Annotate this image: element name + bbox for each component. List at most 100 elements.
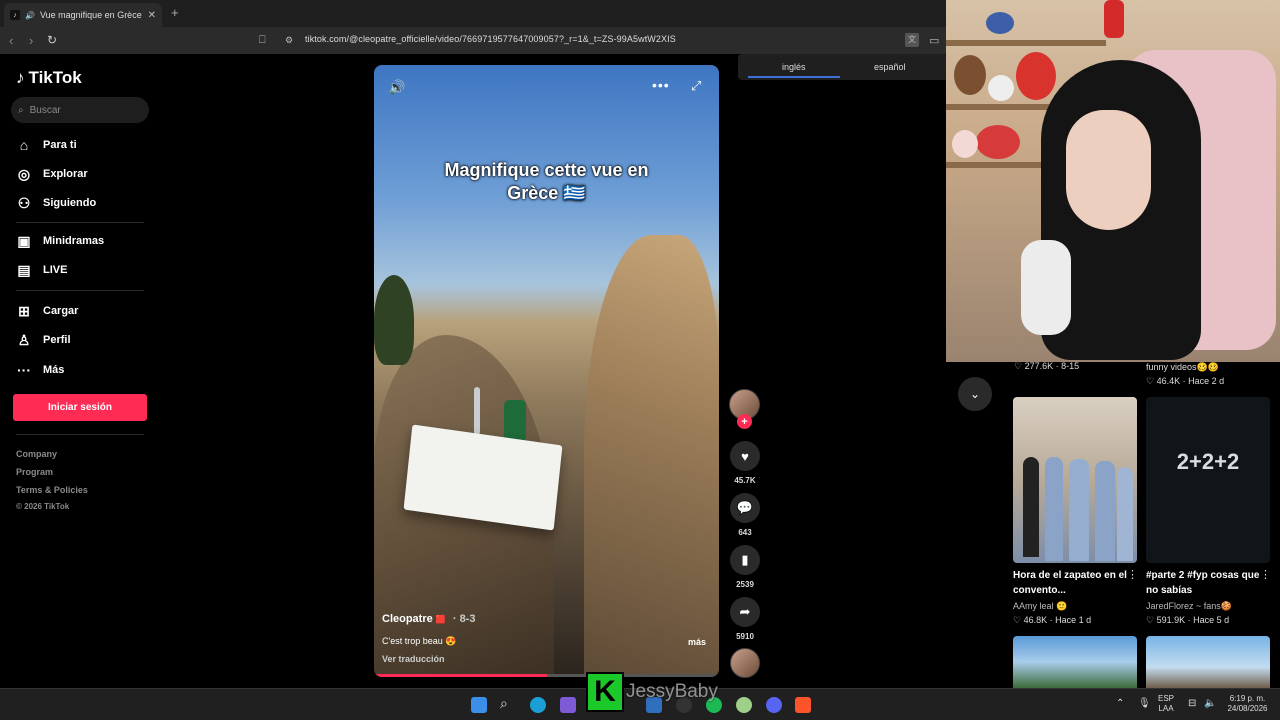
video-player[interactable]: Magnifique cette vue en Grèce 🇬🇷 🔊 ••• ⤢… bbox=[374, 65, 719, 677]
clock[interactable]: 6:19 p. m. 24/08/2026 bbox=[1225, 694, 1270, 714]
language-indicator[interactable]: ESP LAA bbox=[1158, 694, 1174, 714]
minidramas-icon: ▣ bbox=[17, 232, 31, 249]
kebab-menu-icon[interactable]: ⋮ bbox=[1260, 568, 1271, 581]
sidebar-item-label: Siguiendo bbox=[43, 197, 97, 209]
footer-link-program[interactable]: Program bbox=[16, 467, 53, 477]
new-tab-button[interactable]: + bbox=[171, 5, 179, 20]
volume-icon[interactable]: 🔈 bbox=[1204, 699, 1216, 709]
sidebar-item-para-ti[interactable]: ⌂ Para ti bbox=[16, 136, 77, 154]
network-icon[interactable]: ⊟ bbox=[1188, 699, 1196, 709]
edge-icon[interactable] bbox=[530, 697, 546, 713]
logo-text: TikTok bbox=[28, 68, 82, 87]
video-more-icon[interactable]: ••• bbox=[652, 77, 670, 93]
share-button[interactable]: ➦ bbox=[730, 597, 760, 627]
translate-icon[interactable]: 文 bbox=[905, 33, 919, 47]
search-icon[interactable]: ⌕ bbox=[500, 695, 516, 711]
back-icon[interactable]: ‹ bbox=[9, 33, 13, 48]
video-author[interactable]: Cleopatre 🟥 · 8-3 bbox=[382, 613, 475, 625]
related-top-right-title[interactable]: funny videos🥴🥴 bbox=[1146, 362, 1219, 373]
site-info-icon[interactable]: ⚙ bbox=[285, 35, 293, 46]
related-thumbnail-2[interactable]: 2+2+2 bbox=[1146, 397, 1270, 563]
tiktok-logo[interactable]: ♪ TikTok bbox=[16, 68, 82, 88]
related-stats-2: ♡ 591.9K · Hace 5 d bbox=[1146, 615, 1230, 625]
sidebar-item-mas[interactable]: ··· Más bbox=[16, 361, 64, 379]
sidebar-item-minidramas[interactable]: ▣ Minidramas bbox=[16, 232, 104, 250]
tray-chevron-up-icon[interactable]: ⌃ bbox=[1116, 699, 1124, 709]
app-icon[interactable] bbox=[560, 697, 576, 713]
fullscreen-icon[interactable]: ⤢ bbox=[691, 78, 701, 94]
profile-icon: ♙ bbox=[17, 331, 31, 348]
related-author-2[interactable]: JaredFlorez ~ fans🍪 bbox=[1146, 601, 1232, 612]
footer-link-company[interactable]: Company bbox=[16, 449, 57, 459]
footer-link-terms[interactable]: Terms & Policies bbox=[16, 485, 88, 495]
related-title-1[interactable]: Hora de el zapateo en el convento... bbox=[1013, 568, 1129, 598]
search-placeholder: Buscar bbox=[29, 104, 61, 116]
kick-badge: K bbox=[586, 672, 624, 712]
toy-elmo bbox=[1016, 52, 1056, 100]
forward-icon[interactable]: › bbox=[29, 33, 33, 48]
login-button[interactable]: Iniciar sesión bbox=[13, 394, 147, 421]
streamer-name-overlay: JessyBaby bbox=[626, 681, 718, 702]
related-author-1[interactable]: AAmy leal 🙂 bbox=[1013, 601, 1067, 612]
browser-tab[interactable]: ♪ 🔊 Vue magnifique en Grèce : Cl ✕ bbox=[4, 3, 162, 27]
video-scene-faucet bbox=[474, 387, 480, 435]
brave-icon[interactable] bbox=[795, 697, 811, 713]
tiktok-note-icon: ♪ bbox=[16, 68, 25, 87]
clock-date: 24/08/2026 bbox=[1227, 704, 1268, 713]
related-top-left-stats: ♡ 277.6K · 8-15 bbox=[1014, 361, 1080, 371]
save-button[interactable]: ▮ bbox=[730, 545, 760, 575]
like-button[interactable]: ♥ bbox=[730, 441, 760, 471]
follow-plus-button[interactable]: + bbox=[737, 414, 752, 429]
sidebar-item-cargar[interactable]: ⊞ Cargar bbox=[16, 302, 78, 320]
comment-count: 643 bbox=[738, 528, 752, 537]
toy-bear bbox=[954, 55, 986, 95]
related-stats-1: ♡ 46.8K · Hace 1 d bbox=[1013, 615, 1092, 625]
toy-figure bbox=[1104, 0, 1124, 38]
video-caption: C'est trop beau 😍 bbox=[382, 636, 457, 646]
lang-option-english[interactable]: inglés bbox=[782, 62, 806, 72]
screen: ♪ 🔊 Vue magnifique en Grèce : Cl ✕ + ‹ ›… bbox=[0, 0, 1280, 720]
sound-avatar[interactable] bbox=[730, 648, 760, 678]
chevron-down-icon: ⌄ bbox=[969, 387, 981, 401]
windows-start-icon[interactable] bbox=[471, 697, 487, 713]
compass-icon: ◎ bbox=[17, 165, 31, 182]
upload-icon: ⊞ bbox=[18, 302, 30, 319]
chevron-down-button[interactable]: ⌄ bbox=[958, 377, 992, 411]
sidebar-toggle-icon[interactable]: ▭ bbox=[929, 34, 939, 47]
reload-icon[interactable]: ↻ bbox=[47, 33, 57, 47]
sidebar-item-explorar[interactable]: ◎ Explorar bbox=[16, 165, 88, 183]
search-input[interactable]: ⌕ Buscar bbox=[11, 97, 149, 123]
tab-title: Vue magnifique en Grèce : Cl bbox=[39, 10, 143, 20]
sidebar-item-perfil[interactable]: ♙ Perfil bbox=[16, 331, 71, 349]
kebab-menu-icon[interactable]: ⋮ bbox=[1127, 568, 1138, 581]
related-thumbnail-3[interactable] bbox=[1013, 636, 1137, 688]
sidebar-item-live[interactable]: ▤ LIVE bbox=[16, 261, 67, 279]
toy-panda bbox=[988, 75, 1014, 101]
video-progress-bar[interactable] bbox=[374, 674, 719, 677]
sidebar-item-siguiendo[interactable]: ⚇ Siguiendo bbox=[16, 194, 96, 212]
microphone bbox=[1021, 240, 1071, 335]
comment-button[interactable]: 💬 bbox=[730, 493, 760, 523]
tab-close-button[interactable]: ✕ bbox=[148, 10, 156, 21]
bookmark-icon: ▮ bbox=[741, 552, 749, 567]
sidebar-item-label: Explorar bbox=[43, 168, 88, 180]
share-count: 5910 bbox=[736, 632, 754, 641]
shelf bbox=[946, 40, 1106, 46]
related-title-2[interactable]: #parte 2 #fyp cosas que no sabías bbox=[1146, 568, 1262, 598]
heart-icon: ♥ bbox=[741, 448, 749, 464]
lang-option-spanish[interactable]: español bbox=[874, 62, 906, 72]
discord-icon[interactable] bbox=[766, 697, 782, 713]
live-icon: ▤ bbox=[17, 261, 31, 278]
volume-icon[interactable]: 🔊 bbox=[388, 79, 405, 96]
more-icon: ··· bbox=[17, 362, 31, 378]
related-thumbnail-4[interactable] bbox=[1146, 636, 1270, 688]
url-field[interactable]: tiktok.com/@cleopatre_officielle/video/7… bbox=[305, 34, 676, 44]
more-caption-link[interactable]: más bbox=[688, 637, 706, 647]
sidebar-item-label: Minidramas bbox=[43, 235, 105, 247]
related-thumbnail-nuns[interactable] bbox=[1013, 397, 1137, 563]
author-name: Cleopatre bbox=[382, 613, 433, 625]
see-translation-link[interactable]: Ver traducción bbox=[382, 654, 445, 664]
microphone-icon[interactable]: 🎙 bbox=[1138, 699, 1151, 709]
app-icon[interactable] bbox=[736, 697, 752, 713]
bookmark-icon[interactable]: ⎕ bbox=[259, 34, 266, 47]
